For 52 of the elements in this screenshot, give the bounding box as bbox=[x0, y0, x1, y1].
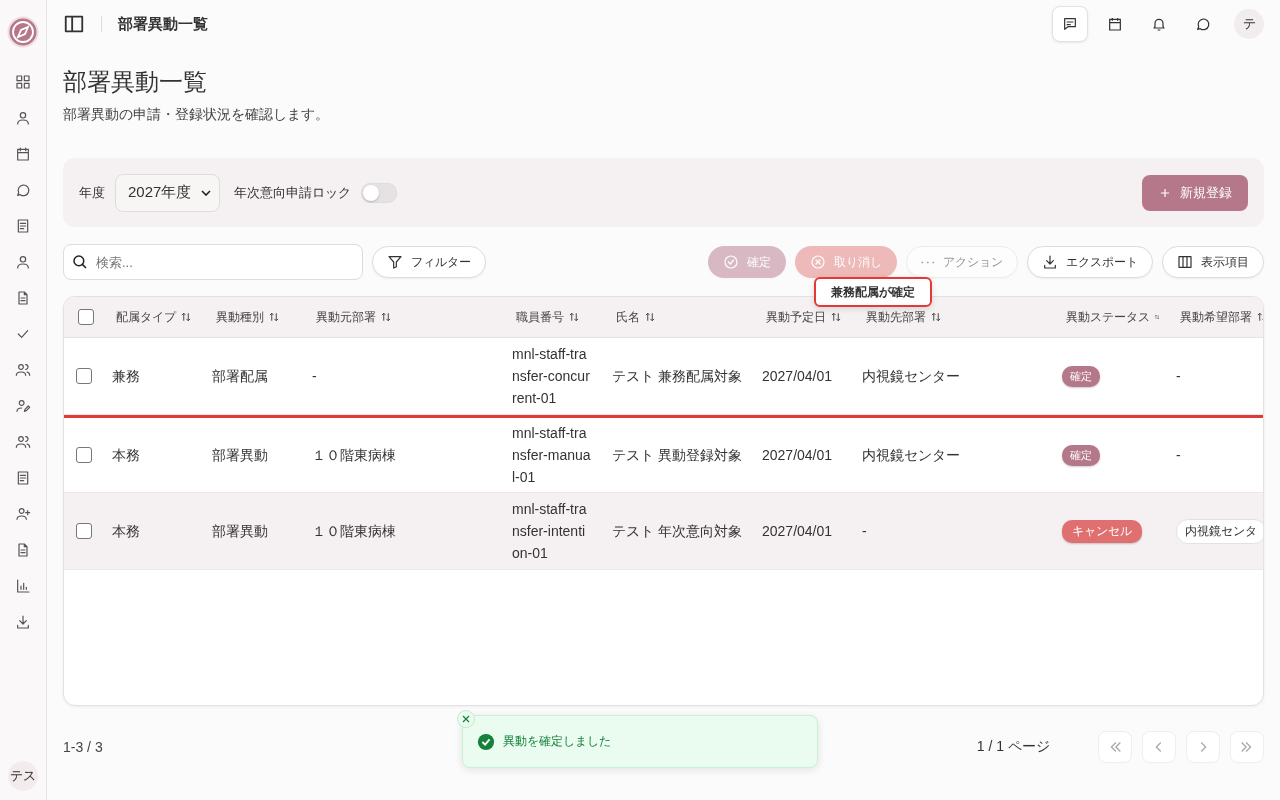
user-avatar[interactable]: テ bbox=[1234, 9, 1264, 39]
table-cell-text: - bbox=[1176, 446, 1181, 465]
lock-label: 年次意向申請ロック bbox=[234, 183, 352, 202]
year-select[interactable]: 2027年度 bbox=[115, 173, 221, 212]
table-cell-text: 兼務 bbox=[112, 367, 140, 386]
year-label: 年度 bbox=[79, 183, 105, 202]
column-header[interactable]: 配属タイプ bbox=[116, 308, 176, 326]
search-field[interactable]: 検索... bbox=[63, 244, 363, 280]
table-cell-text: - bbox=[862, 522, 867, 541]
column-header[interactable]: 異動希望部署 bbox=[1180, 308, 1252, 326]
column-header[interactable]: 異動元部署 bbox=[316, 308, 376, 326]
filter-button[interactable]: フィルター bbox=[372, 246, 486, 278]
table-cell-text: テスト 異動登録対象 bbox=[612, 446, 742, 465]
table-cell-text: - bbox=[1176, 367, 1181, 386]
table-cell-text: 2027/04/01 bbox=[762, 367, 833, 386]
table-cell-text: テスト 兼務配属対象 bbox=[612, 367, 742, 386]
table-cell-text: １０階東病棟 bbox=[312, 446, 396, 465]
table-cell-text: １０階東病棟 bbox=[312, 522, 396, 541]
column-header[interactable]: 異動先部署 bbox=[866, 308, 926, 326]
result-count: 1-3 / 3 bbox=[63, 739, 103, 755]
columns-button[interactable]: 表示項目 bbox=[1162, 246, 1264, 278]
page-subtitle: 部署異動の申請・登録状況を確認します。 bbox=[63, 106, 330, 124]
table-cell-text: 本務 bbox=[112, 446, 140, 465]
column-header[interactable]: 氏名 bbox=[616, 308, 640, 326]
table-cell-text: テスト 年次意向対象 bbox=[612, 522, 742, 541]
table-cell-text: 内視鏡センター bbox=[862, 367, 960, 386]
table-cell-text: 本務 bbox=[112, 522, 140, 541]
tooltip: 兼務配属が確定 bbox=[814, 277, 932, 307]
table-cell-text: mnl-staff-transfer-manual-01 bbox=[512, 424, 592, 487]
table-cell-text: 2027/04/01 bbox=[762, 522, 833, 541]
status-tag: 確定 bbox=[1062, 444, 1100, 466]
toast-message: 異動を確定しました bbox=[503, 733, 611, 750]
table-cell-text: 2027/04/01 bbox=[762, 446, 833, 465]
column-header[interactable]: 異動ステータス bbox=[1066, 308, 1150, 326]
table-cell-text: 内視鏡センター bbox=[862, 446, 960, 465]
column-header[interactable]: 異動予定日 bbox=[766, 308, 826, 326]
table-cell-text: 部署異動 bbox=[212, 446, 268, 465]
table-cell: 内視鏡センタ bbox=[1176, 518, 1263, 544]
table-cell-text: mnl-staff-transfer-concurrent-01 bbox=[512, 345, 591, 408]
export-button[interactable]: エクスポート bbox=[1027, 246, 1153, 278]
table-cell-text: mnl-staff-transfer-intention-01 bbox=[512, 500, 588, 563]
page-indicator: 1 / 1 ページ bbox=[976, 738, 1050, 756]
status-tag: 確定 bbox=[1062, 365, 1100, 387]
table-cell-text: - bbox=[312, 367, 317, 386]
status-tag: キャンセル bbox=[1062, 519, 1142, 543]
user-avatar[interactable]: テス bbox=[8, 761, 38, 791]
column-header[interactable]: 職員番号 bbox=[516, 308, 564, 326]
column-header[interactable]: 異動種別 bbox=[216, 308, 264, 326]
page-title: 部署異動一覧 bbox=[63, 67, 208, 97]
table-cell-text: 部署配属 bbox=[212, 367, 268, 386]
header-title: 部署異動一覧 bbox=[118, 14, 208, 34]
table-cell-text: 部署異動 bbox=[212, 522, 268, 541]
